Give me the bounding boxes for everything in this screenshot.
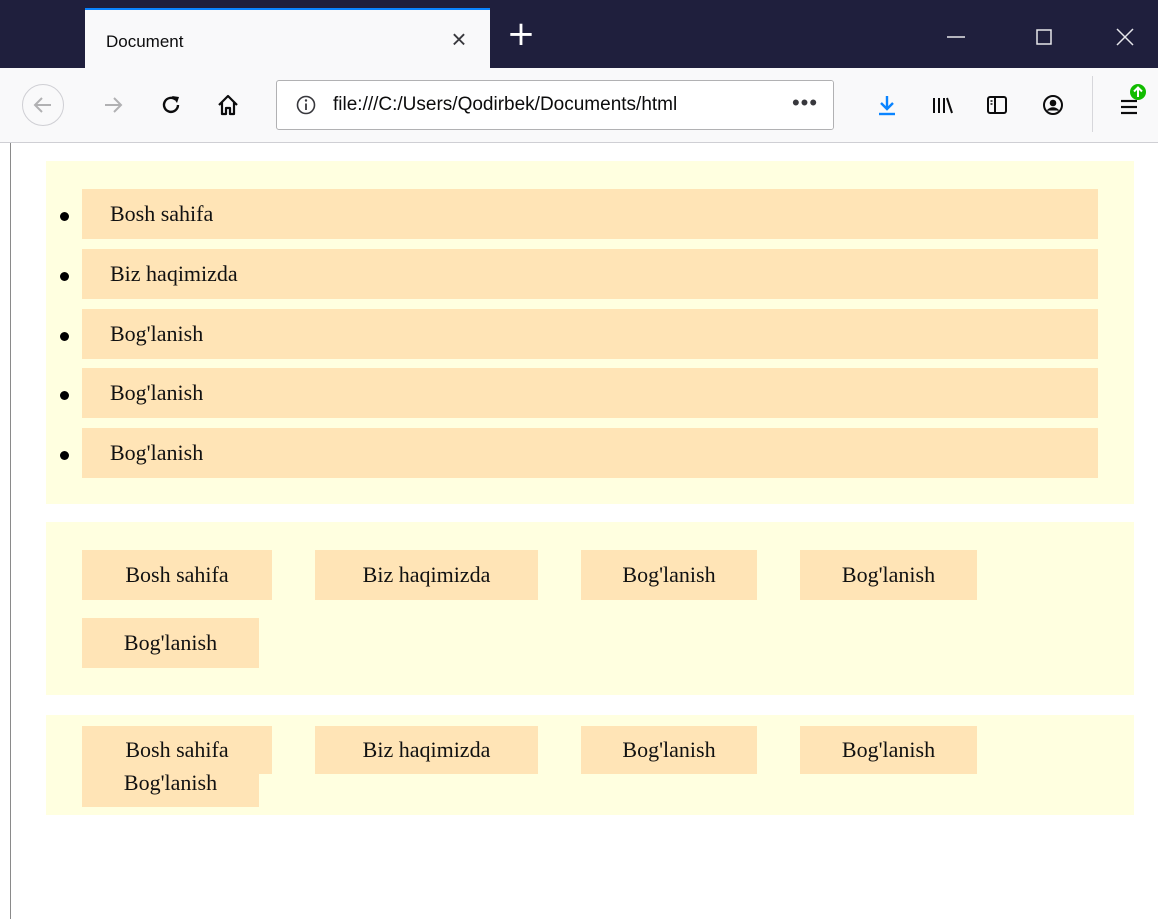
navigation-toolbar: file:///C:/Users/Qodirbek/Documents/html… (0, 68, 1158, 143)
account-button[interactable] (1036, 88, 1070, 122)
compact-menu: Bosh sahifa Biz haqimizda Bog'lanish Bog… (46, 715, 1134, 815)
menu-item-biz-haqimizda[interactable]: Biz haqimizda (315, 726, 538, 774)
account-icon (1043, 95, 1063, 115)
title-bar: Document × + (0, 0, 1158, 68)
reload-icon (162, 96, 180, 114)
home-icon (218, 94, 238, 116)
sidebar-icon (987, 96, 1007, 114)
page-actions-button[interactable]: ••• (777, 81, 833, 129)
menu-item-boglanish[interactable]: Bog'lanish (82, 368, 1098, 418)
menu-item-boglanish[interactable]: Bog'lanish (800, 550, 977, 600)
bullet-icon (60, 391, 69, 400)
library-button[interactable] (925, 88, 959, 122)
window-edge (10, 143, 11, 919)
menu-item-boglanish[interactable]: Bog'lanish (800, 726, 977, 774)
back-icon (33, 97, 51, 113)
menu-item-boglanish[interactable]: Bog'lanish (82, 428, 1098, 478)
reload-button[interactable] (154, 88, 188, 122)
new-tab-button[interactable]: + (505, 17, 537, 52)
back-button[interactable] (22, 84, 64, 126)
menu-item-boglanish[interactable]: Bog'lanish (82, 618, 259, 668)
menu-item-boglanish[interactable]: Bog'lanish (82, 759, 259, 807)
page-content: Bosh sahifa Biz haqimizda Bog'lanish Bog… (0, 143, 1158, 919)
info-icon[interactable] (295, 94, 317, 116)
download-icon (879, 96, 895, 116)
url-text[interactable]: file:///C:/Users/Qodirbek/Documents/html (333, 94, 781, 116)
maximize-icon[interactable] (1029, 22, 1059, 52)
menu-item-biz-haqimizda[interactable]: Biz haqimizda (315, 550, 538, 600)
menu-item-boglanish[interactable]: Bog'lanish (581, 726, 757, 774)
bullet-icon (60, 272, 69, 281)
forward-icon (105, 97, 123, 113)
menu-item-boglanish[interactable]: Bog'lanish (581, 550, 757, 600)
home-button[interactable] (211, 88, 245, 122)
menu-item-bosh-sahifa[interactable]: Bosh sahifa (82, 550, 272, 600)
menu-button[interactable] (1112, 78, 1154, 124)
tab-document[interactable]: Document × (85, 8, 490, 68)
forward-button[interactable] (96, 88, 130, 122)
vertical-menu: Bosh sahifa Biz haqimizda Bog'lanish Bog… (46, 161, 1134, 504)
tab-title: Document (106, 32, 184, 51)
tab-close-icon[interactable]: × (448, 26, 470, 52)
bullet-icon (60, 332, 69, 341)
minimize-icon[interactable] (941, 22, 971, 52)
menu-item-boglanish[interactable]: Bog'lanish (82, 309, 1098, 359)
menu-item-bosh-sahifa[interactable]: Bosh sahifa (82, 189, 1098, 239)
sidebar-button[interactable] (980, 88, 1014, 122)
address-bar[interactable]: file:///C:/Users/Qodirbek/Documents/html… (276, 80, 834, 130)
downloads-button[interactable] (870, 88, 904, 122)
close-icon[interactable] (1110, 22, 1140, 52)
menu-item-biz-haqimizda[interactable]: Biz haqimizda (82, 249, 1098, 299)
bullet-icon (60, 212, 69, 221)
bullet-icon (60, 451, 69, 460)
menu-update-icon (1121, 84, 1146, 115)
horizontal-menu: Bosh sahifa Biz haqimizda Bog'lanish Bog… (46, 522, 1134, 695)
library-icon (933, 97, 953, 114)
toolbar-divider (1092, 76, 1093, 132)
